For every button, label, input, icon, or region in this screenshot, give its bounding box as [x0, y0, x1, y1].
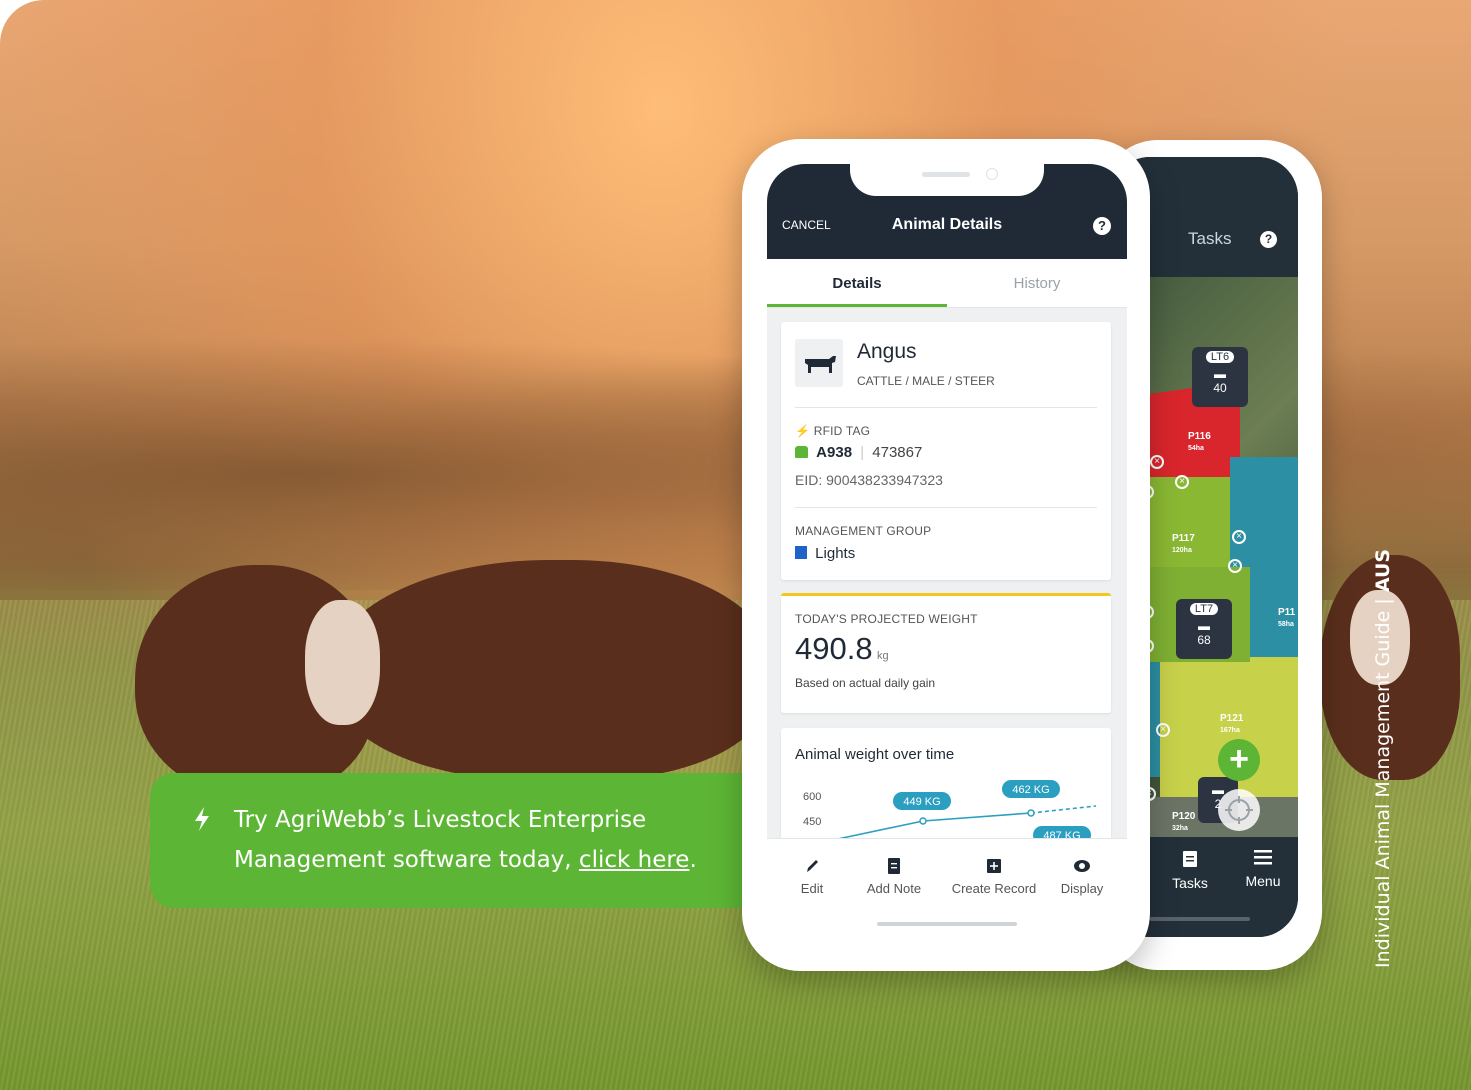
paddock-label-p116: P116 54ha	[1188, 431, 1211, 452]
rfid-label: ⚡ RFID TAG	[795, 424, 871, 438]
paddock-label-p120: P120 32ha	[1172, 811, 1196, 832]
weight-note: Based on actual daily gain	[795, 676, 936, 690]
add-note-button[interactable]: Add Note	[855, 857, 933, 896]
tag-row: A938 | 473867	[795, 444, 922, 461]
projected-line	[1030, 805, 1097, 814]
waypoint-icon[interactable]: ×	[1156, 723, 1170, 737]
page-title: Animal Details	[891, 216, 1003, 233]
cow-icon: ▬	[1214, 367, 1226, 381]
phone-animal-details: CANCEL Animal Details ? Details History …	[742, 139, 1150, 971]
guide-side-label: Individual Animal Management Guide | AUS	[1372, 548, 1394, 968]
tab-details[interactable]: Details	[767, 275, 947, 292]
tag-icon	[795, 446, 808, 458]
display-button[interactable]: Display	[1051, 857, 1113, 896]
cta-text: Try AgriWebb’s Livestock Enterprise Mana…	[234, 807, 697, 873]
locate-me-button[interactable]	[1218, 789, 1260, 831]
hamburger-icon	[1254, 850, 1272, 865]
divider	[795, 407, 1097, 408]
phone-notch	[850, 164, 1044, 196]
data-point	[919, 817, 927, 825]
tab-tasks[interactable]: Tasks	[1188, 229, 1231, 249]
cow-icon: ▬	[1198, 619, 1210, 633]
clipboard-icon	[1183, 851, 1197, 867]
waypoint-icon[interactable]: ×	[1150, 455, 1164, 469]
mob-pin-lt6[interactable]: LT6 ▬ 40	[1192, 347, 1248, 407]
edit-button[interactable]: Edit	[782, 857, 842, 896]
paddock-label-p11: P11 58ha	[1278, 607, 1296, 628]
animal-details-screen: CANCEL Animal Details ? Details History …	[767, 164, 1127, 954]
avatar	[795, 339, 843, 387]
weight-card: TODAY'S PROJECTED WEIGHT 490.8 kg Based …	[781, 593, 1111, 713]
action-bar: Edit Add Note Create Record Display	[767, 838, 1127, 954]
crosshair-icon	[1225, 796, 1253, 824]
series-line	[832, 812, 1032, 841]
waypoint-icon[interactable]: ×	[1175, 475, 1189, 489]
click-here-link[interactable]: click here	[579, 847, 690, 873]
home-indicator	[877, 922, 1017, 926]
y-tick-label: 450	[803, 816, 821, 828]
eid-value: EID: 900438233947323	[795, 472, 943, 488]
animal-card: Angus CATTLE / MALE / STEER ⚡ RFID TAG A…	[781, 322, 1111, 580]
data-label: 449 KG	[903, 796, 940, 808]
group-label: MANAGEMENT GROUP	[795, 524, 932, 538]
weight-value: 490.8 kg	[795, 631, 889, 666]
waypoint-icon[interactable]: ×	[1232, 530, 1246, 544]
data-point	[1027, 809, 1035, 817]
details-content: Angus CATTLE / MALE / STEER ⚡ RFID TAG A…	[767, 308, 1127, 858]
mob-pin-lt7[interactable]: LT7 ▬ 68	[1176, 599, 1232, 659]
tab-history[interactable]: History	[947, 275, 1127, 292]
active-tab-indicator	[767, 304, 947, 307]
data-label: 462 KG	[1012, 784, 1049, 796]
paddock-label-p121: P121 167ha	[1220, 713, 1244, 734]
create-record-button[interactable]: Create Record	[943, 857, 1045, 896]
home-indicator	[1150, 917, 1250, 921]
app-header: CANCEL Animal Details ?	[767, 164, 1127, 259]
cow-icon	[805, 356, 836, 373]
waypoint-icon[interactable]: ×	[1228, 559, 1242, 573]
group-color-swatch	[795, 546, 807, 559]
cow-middle	[330, 560, 770, 780]
weight-label: TODAY'S PROJECTED WEIGHT	[795, 612, 978, 626]
cow-face	[305, 600, 380, 725]
add-fab-button[interactable]: +	[1218, 739, 1260, 781]
lightning-icon	[195, 807, 209, 831]
nav-tasks[interactable]: Tasks	[1165, 849, 1215, 891]
chart-title: Animal weight over time	[795, 746, 955, 763]
y-tick-label: 600	[803, 791, 821, 803]
eye-icon	[1074, 860, 1090, 872]
plus-square-icon	[987, 859, 1001, 873]
help-icon[interactable]: ?	[1260, 231, 1277, 248]
animal-subtitle: CATTLE / MALE / STEER	[857, 374, 995, 388]
animal-breed: Angus	[857, 340, 917, 363]
group-row: Lights	[795, 545, 855, 562]
pencil-icon	[807, 860, 818, 872]
detail-tabs: Details History	[767, 259, 1127, 308]
divider	[795, 507, 1097, 508]
help-icon[interactable]: ?	[1093, 217, 1111, 235]
note-icon	[888, 858, 900, 874]
paddock-label-p117: P117 120ha	[1172, 533, 1195, 554]
nav-menu[interactable]: Menu	[1238, 849, 1288, 889]
lightning-icon: ⚡	[795, 424, 811, 438]
